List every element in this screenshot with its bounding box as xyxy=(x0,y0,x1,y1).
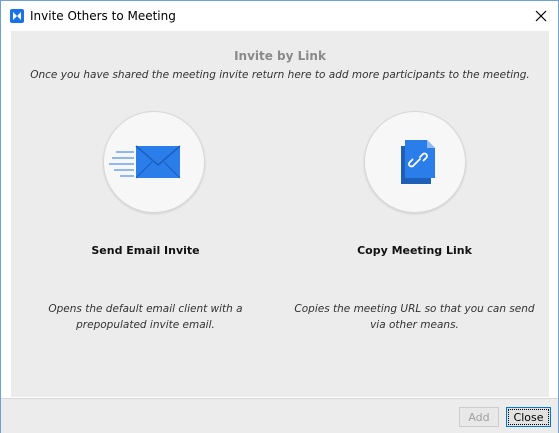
send-email-description: Opens the default email client with a pr… xyxy=(48,303,243,331)
window-title: Invite Others to Meeting xyxy=(30,9,176,23)
copy-link-description: Copies the meeting URL so that you can s… xyxy=(294,303,535,331)
copy-link-title: Copy Meeting Link xyxy=(357,244,472,257)
close-window-icon[interactable] xyxy=(530,5,552,27)
title-bar[interactable]: Invite Others to Meeting xyxy=(1,1,558,31)
send-email-option: Send Email Invite Opens the default emai… xyxy=(11,31,280,397)
send-email-button[interactable] xyxy=(103,111,205,213)
add-button[interactable]: Add xyxy=(459,407,499,427)
email-envelope-icon xyxy=(109,145,181,179)
invite-dialog: Invite Others to Meeting Invite by Link … xyxy=(0,0,559,433)
copy-link-option: Copy Meeting Link Copies the meeting URL… xyxy=(280,31,549,397)
close-button[interactable]: Close xyxy=(506,407,551,427)
dialog-footer: Add Close xyxy=(1,398,558,433)
copy-meeting-link-button[interactable] xyxy=(364,111,466,213)
document-link-icon xyxy=(401,140,435,184)
send-email-title: Send Email Invite xyxy=(91,244,200,257)
dialog-content: Invite by Link Once you have shared the … xyxy=(11,31,549,397)
app-logo-icon xyxy=(10,9,24,23)
